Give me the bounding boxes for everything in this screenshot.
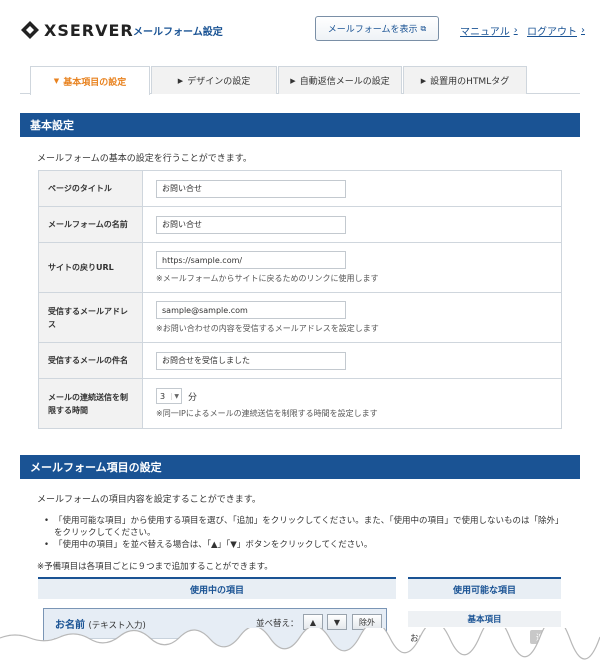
list-item: • 「使用中の項目」を並べ替える場合は、「▲」「▼」ボタンをクリックしてください… xyxy=(44,540,373,550)
tab-html-tag[interactable]: ▶ 設置用のHTMLタグ xyxy=(403,66,527,94)
manual-link[interactable]: マニュアル › xyxy=(460,23,518,38)
triangle-right-icon: ▶ xyxy=(290,76,296,85)
show-form-label: メールフォームを表示 xyxy=(327,25,418,35)
remove-button[interactable]: 除外 xyxy=(352,614,382,630)
table-row: メールの連続送信を制限する時間 3 ▼ 分 ※同一IPによるメールの連続送信を制… xyxy=(38,378,562,429)
item-field-preview xyxy=(54,638,184,652)
tab-label: デザインの設定 xyxy=(187,77,251,87)
return-url-label: サイトの戻りURL xyxy=(38,242,143,293)
limit-label: メールの連続送信を制限する時間 xyxy=(38,378,143,429)
available-item-name: お名前 xyxy=(410,634,436,644)
form-name-label: メールフォームの名前 xyxy=(38,206,143,243)
chevron-right-icon: › xyxy=(581,25,585,36)
logout-link[interactable]: ログアウト › xyxy=(527,23,585,38)
limit-unit: 分 xyxy=(188,392,198,403)
recv-address-note: ※お問い合わせの内容を受信するメールアドレスを設定します xyxy=(156,324,379,333)
basic-settings-heading: 基本設定 xyxy=(20,113,580,137)
table-row: 受信するメールアドレス sample@sample.com ※お問い合わせの内容… xyxy=(38,292,562,343)
sort-label: 並べ替え： xyxy=(256,619,299,629)
item-name: お名前 xyxy=(55,620,85,631)
xserver-logo[interactable]: XSERVER xyxy=(20,20,134,40)
tab-basic-items[interactable]: ▼ 基本項目の設定 xyxy=(30,66,150,95)
app-title: メールフォーム設定 xyxy=(133,27,223,38)
instruction-list: • 「使用可能な項目」から使用する項目を選び、「追加」をクリックしてください。ま… xyxy=(44,515,564,551)
return-url-input[interactable]: https://sample.com/ xyxy=(156,251,346,269)
move-up-button[interactable]: ▲ xyxy=(303,614,323,630)
header: XSERVER メールフォーム設定 メールフォームを表示 ⧉ マニュアル › ロ… xyxy=(0,0,600,60)
table-row: 受信するメールの件名 お問合せを受信しました xyxy=(38,342,562,379)
in-use-items-header: 使用中の項目 xyxy=(38,577,396,599)
list-item: • 「使用可能な項目」から使用する項目を選び、「追加」をクリックしてください。ま… xyxy=(44,516,564,538)
form-items-heading: メールフォーム項目の設定 xyxy=(20,455,580,479)
limit-select[interactable]: 3 ▼ xyxy=(156,388,182,404)
tab-label: 設置用のHTMLタグ xyxy=(430,77,510,87)
subject-input[interactable]: お問合せを受信しました xyxy=(156,351,346,370)
recv-address-label: 受信するメールアドレス xyxy=(38,292,143,343)
tab-design[interactable]: ▶ デザインの設定 xyxy=(151,66,277,94)
table-row: メールフォームの名前 お問い合せ xyxy=(38,206,562,243)
manual-link-label: マニュアル xyxy=(460,27,510,38)
tab-label: 自動返信メールの設定 xyxy=(299,77,390,87)
limit-note: ※同一IPによるメールの連続送信を制限する時間を設定します xyxy=(156,409,378,418)
chevron-right-icon: › xyxy=(513,25,518,36)
add-button[interactable]: 追加 xyxy=(530,630,558,644)
basic-settings-table: ページのタイトル お問い合せ メールフォームの名前 お問い合せ サイトの戻りUR… xyxy=(38,170,562,429)
available-basic-subheader: 基本項目 xyxy=(408,611,561,627)
page-title-input[interactable]: お問い合せ xyxy=(156,179,346,198)
logo-mark-icon xyxy=(21,21,39,39)
limit-select-value: 3 xyxy=(160,391,166,401)
table-row: ページのタイトル お問い合せ xyxy=(38,170,562,207)
logout-link-label: ログアウト xyxy=(527,27,577,38)
recv-address-input[interactable]: sample@sample.com xyxy=(156,301,346,319)
tab-label: 基本項目の設定 xyxy=(63,77,127,88)
in-use-item: お名前 (テキスト入力) 並べ替え： ▲ ▼ 除外 xyxy=(43,608,387,660)
instruction-text: 「使用中の項目」を並べ替える場合は、「▲」「▼」ボタンをクリックしてください。 xyxy=(54,540,373,550)
settings-tabs: ▼ 基本項目の設定 ▶ デザインの設定 ▶ 自動返信メールの設定 ▶ 設置用のH… xyxy=(20,66,580,95)
table-row: サイトの戻りURL https://sample.com/ ※メールフォームから… xyxy=(38,242,562,293)
show-form-button[interactable]: メールフォームを表示 ⧉ xyxy=(315,16,439,41)
form-name-input[interactable]: お問い合せ xyxy=(156,215,346,234)
basic-settings-description: メールフォームの基本の設定を行うことができます。 xyxy=(37,154,252,164)
page-title-label: ページのタイトル xyxy=(38,170,143,207)
triangle-right-icon: ▶ xyxy=(420,76,427,85)
triangle-right-icon: ▶ xyxy=(177,76,184,85)
chevron-down-icon: ▼ xyxy=(171,392,179,400)
footnote: ※予備項目は各項目ごとに９つまで追加することができます。 xyxy=(37,562,273,572)
triangle-down-icon: ▼ xyxy=(53,77,60,85)
tab-auto-reply[interactable]: ▶ 自動返信メールの設定 xyxy=(278,66,402,94)
move-down-button[interactable]: ▼ xyxy=(327,614,347,630)
form-items-description: メールフォームの項目内容を設定することができます。 xyxy=(37,495,261,505)
external-window-icon: ⧉ xyxy=(420,23,427,33)
logo-text: XSERVER xyxy=(44,20,134,40)
return-url-note: ※メールフォームからサイトに戻るためのリンクに使用します xyxy=(156,274,379,283)
subject-label: 受信するメールの件名 xyxy=(38,342,143,379)
item-type: (テキスト入力) xyxy=(88,621,146,631)
available-items-header: 使用可能な項目 xyxy=(408,577,561,599)
instruction-text: 「使用可能な項目」から使用する項目を選び、「追加」をクリックしてください。また、… xyxy=(54,516,564,538)
